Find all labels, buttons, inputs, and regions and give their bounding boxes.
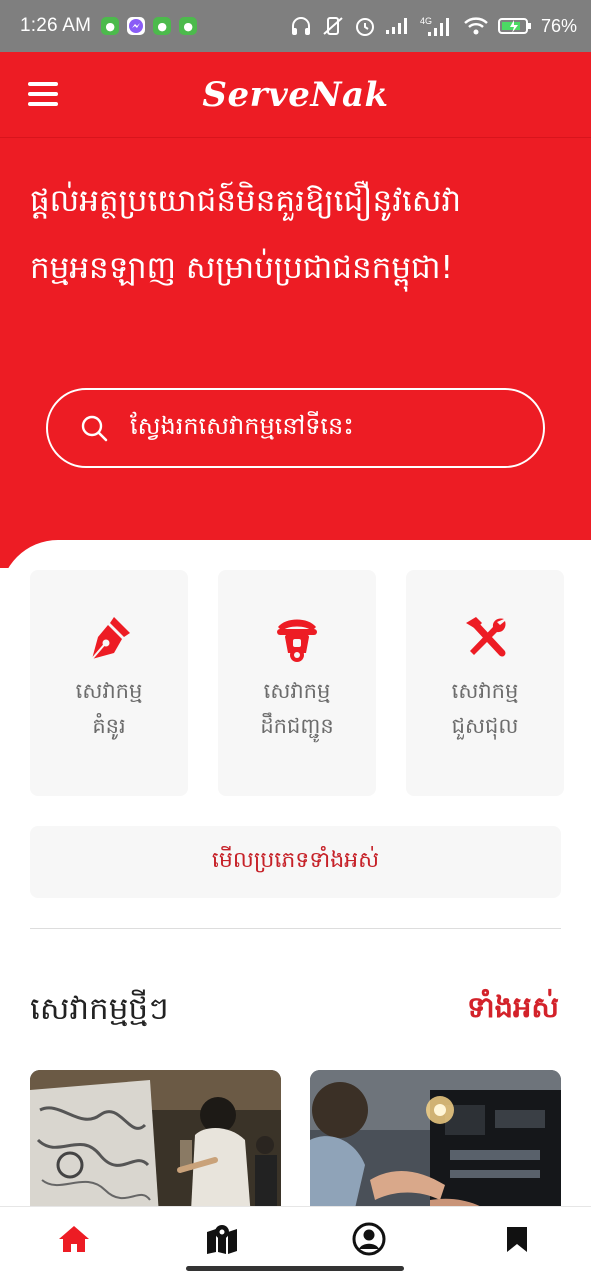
brand-logo: ServeNak: [202, 74, 389, 115]
svg-text:4G: 4G: [420, 16, 432, 26]
home-icon: [58, 1225, 89, 1252]
category-card-repair[interactable]: សេវាកម្ម ជួសជុល: [406, 570, 564, 796]
scooter-icon: [277, 619, 317, 662]
nav-home[interactable]: [0, 1207, 148, 1280]
map-icon: [206, 1224, 237, 1254]
category-card-drawing[interactable]: សេវាកម្ម គំនូរ: [30, 570, 188, 796]
category-label-line2: ដឹកជញ្ជូន: [260, 714, 334, 738]
bookmark-icon: [507, 1226, 528, 1252]
android-notification-icon: ●: [153, 17, 172, 35]
category-label-line2: ជួសជុល: [451, 714, 519, 738]
android-notification-icon: ●: [101, 17, 120, 35]
gesture-home-indicator: [186, 1266, 404, 1271]
new-services-title: សេវាកម្មថ្មីៗ: [30, 991, 169, 1027]
signal-icon: [385, 18, 407, 34]
hero-section: ផ្តល់អត្ថប្រយោជន៍មិនគួរឱ្យជឿនូវសេវាកម្មអ…: [0, 138, 591, 568]
tools-icon: [466, 617, 506, 657]
category-label-line1: សេវាកម្ម: [451, 679, 519, 703]
category-label-line2: គំនូរ: [92, 714, 126, 738]
main-content: សេវាកម្ម គំនូរ សេវាកម្ម ដឹកជញ្ជូន សេវាកម…: [0, 540, 591, 1220]
status-bar: 1:26 AM ● ● ● 4G 76%: [0, 0, 591, 52]
app-header: ServeNak: [0, 52, 591, 138]
headphones-icon: [291, 17, 310, 35]
messenger-icon: [127, 17, 146, 35]
profile-icon: [352, 1222, 386, 1255]
search-icon: [81, 415, 108, 442]
category-list: សេវាកម្ម គំនូរ សេវាកម្ម ដឹកជញ្ជូន សេវាកម…: [30, 570, 564, 796]
search-input[interactable]: ស្វែងរកសេវាកម្មនៅទីនេះ: [46, 388, 545, 468]
hero-title: ផ្តល់អត្ថប្រយោជន៍មិនគួរឱ្យជឿនូវសេវាកម្មអ…: [30, 183, 462, 286]
notification-icons: ● ● ●: [101, 17, 198, 35]
view-all-categories-button[interactable]: មើលប្រភេទទាំងអស់: [30, 826, 561, 898]
view-all-services-link[interactable]: ទាំងអស់: [467, 990, 559, 1032]
alarm-icon: [355, 18, 374, 36]
hamburger-menu-icon[interactable]: [28, 82, 58, 106]
vibrate-off-icon: [323, 17, 343, 35]
category-label-line1: សេវាកម្ម: [75, 679, 143, 703]
nav-saved[interactable]: [443, 1207, 591, 1280]
search-placeholder: ស្វែងរកសេវាកម្មនៅទីនេះ: [130, 411, 354, 440]
category-card-delivery[interactable]: សេវាកម្ម ដឹកជញ្ជូន: [218, 570, 376, 796]
battery-charging-icon: [497, 18, 531, 34]
pen-icon: [91, 617, 130, 660]
battery-percent: 76%: [540, 15, 577, 36]
service-image-artist: [30, 1070, 281, 1220]
section-divider: [30, 928, 561, 929]
category-label-line1: សេវាកម្ម: [263, 679, 331, 703]
status-time: 1:26 AM: [20, 15, 92, 36]
status-indicators: 4G 76%: [290, 15, 577, 37]
service-image-technician: [310, 1070, 561, 1220]
service-card-repair[interactable]: [310, 1070, 561, 1220]
wifi-icon: [464, 17, 488, 35]
service-card-drawing[interactable]: [30, 1070, 281, 1220]
signal-4g-icon: 4G: [420, 16, 449, 36]
android-notification-icon: ●: [179, 17, 198, 35]
